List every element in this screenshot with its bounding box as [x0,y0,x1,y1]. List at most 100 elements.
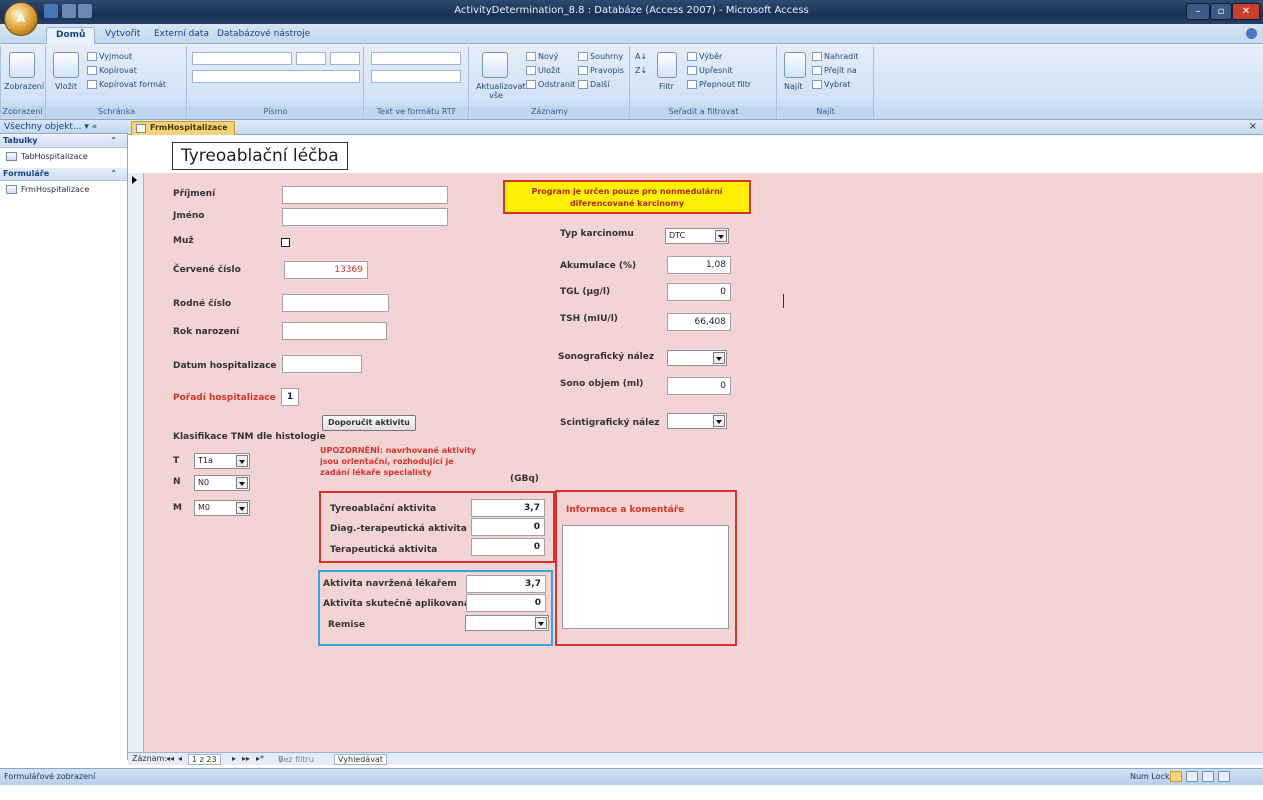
format-buttons[interactable] [192,70,360,83]
view-icon[interactable] [9,52,35,78]
paste-button[interactable]: Vložit [55,82,77,91]
komentare-textarea[interactable] [562,525,729,629]
n-select[interactable]: N0 [194,475,250,491]
scinti-select[interactable] [667,413,727,429]
view-button[interactable]: Zobrazení [4,82,44,91]
replace-button[interactable]: Nahradit [812,52,859,61]
tab-home[interactable]: Domů [46,27,96,44]
cut-button[interactable]: Vyjmout [87,52,132,61]
copy-button[interactable]: Kopírovat [87,66,137,75]
prev-record-icon[interactable]: ◂ [178,754,182,763]
nav-group-tables[interactable]: Tabulky ⌃ [0,135,127,148]
poradi-hospitalizace-field[interactable]: 1 [281,388,299,406]
t-select[interactable]: T1a [194,453,250,469]
indent-buttons[interactable] [371,52,461,65]
sort-asc-icon[interactable]: A↓ [635,52,647,61]
tgl-field[interactable]: 0 [667,283,731,301]
maximize-button[interactable]: ▫ [1210,3,1232,20]
filter-button[interactable]: Filtr [659,82,674,91]
chevron-down-icon[interactable] [715,230,727,242]
aktivita-navrzena-field[interactable]: 3,7 [466,575,546,593]
refresh-all-button[interactable]: Aktualizovat vše [476,82,526,100]
minimize-button[interactable]: – [1186,3,1210,20]
terap-aktivita-field[interactable]: 0 [471,538,545,556]
format-painter-button[interactable]: Kopírovat formát [87,80,166,89]
filter-icon[interactable] [657,52,677,78]
next-record-icon[interactable]: ▸ [232,754,236,763]
datasheet-view-icon[interactable] [1186,771,1198,782]
totals-button[interactable]: Souhrny [578,52,623,61]
more-button[interactable]: Další [578,80,610,89]
undo-icon[interactable] [62,4,76,18]
nav-item-frmhospitalizace[interactable]: FrmHospitalizace [6,185,89,194]
nav-header[interactable]: Všechny objekt... ▾ « [0,120,128,134]
typ-karcinomu-select[interactable]: DTC [665,228,729,244]
tab-database-tools[interactable]: Databázové nástroje [208,27,319,44]
find-button[interactable]: Najít [784,82,802,91]
font-name-select[interactable] [192,52,292,65]
close-doc-icon[interactable]: × [1249,121,1257,132]
design-view-icon[interactable] [1218,771,1230,782]
last-record-icon[interactable]: ▸▸ [242,754,250,763]
nav-group-forms[interactable]: Formuláře ⌃ [0,168,127,181]
chevron-down-icon[interactable] [236,455,248,467]
save-record-button[interactable]: Uložit [526,66,561,75]
nav-item-tabhospitalizace[interactable]: TabHospitalizace [6,152,88,161]
paste-icon[interactable] [53,52,79,78]
chevron-down-icon[interactable] [535,617,547,629]
m-select[interactable]: M0 [194,500,250,516]
binoculars-icon[interactable] [784,52,806,78]
doporucit-aktivitu-button[interactable]: Doporučit aktivitu [322,415,416,431]
refresh-icon[interactable] [482,52,508,78]
list-buttons[interactable] [371,70,461,83]
remise-select[interactable] [465,615,549,631]
office-button[interactable]: A [4,2,38,36]
doc-tab-frmhospitalizace[interactable]: FrmHospitalizace [131,121,235,135]
selection-button[interactable]: Výběr [687,52,722,61]
tyreo-aktivita-field[interactable]: 3,7 [471,499,545,517]
chevron-down-icon[interactable] [236,502,248,514]
toggle-filter-button[interactable]: Přepnout filtr [687,80,751,89]
layout-view-icon[interactable] [1202,771,1214,782]
prijmeni-field[interactable] [282,186,448,204]
muz-checkbox[interactable] [281,238,290,247]
font-size-select[interactable] [296,52,326,65]
tsh-field[interactable]: 66,408 [667,313,731,331]
aktivita-aplikovana-field[interactable]: 0 [466,594,546,612]
label-terap-aktivita: Terapeutická aktivita [330,545,438,555]
sono-objem-field[interactable]: 0 [667,377,731,395]
rok-narozeni-field[interactable] [282,322,387,340]
akumulace-field[interactable]: 1,08 [667,256,731,274]
search-input[interactable]: Vyhledávat [334,754,387,765]
rodne-cislo-field[interactable] [282,294,389,312]
advanced-button[interactable]: Upřesnit [687,66,733,75]
form-view-icon[interactable] [1170,771,1182,782]
tab-create[interactable]: Vytvořit [96,27,149,44]
close-button[interactable]: ✕ [1232,3,1260,20]
save-icon[interactable] [44,4,58,18]
chevron-down-icon[interactable] [236,477,248,489]
record-selector[interactable] [128,173,144,753]
diag-aktivita-field[interactable]: 0 [471,518,545,536]
sort-desc-icon[interactable]: Z↓ [635,66,647,75]
new-record-nav-icon[interactable]: ▸* [256,754,264,763]
first-record-icon[interactable]: ◂◂ [166,754,174,763]
new-record-button[interactable]: Nový [526,52,558,61]
record-position[interactable]: 1 z 23 [188,754,221,765]
redo-icon[interactable] [78,4,92,18]
goto-button[interactable]: Přejít na [812,66,857,75]
chevron-down-icon[interactable]: ▾ [84,122,89,132]
chevron-down-icon[interactable] [713,415,725,427]
delete-record-button[interactable]: Odstranit [526,80,575,89]
spelling-button[interactable]: Pravopis [578,66,624,75]
sono-nalez-select[interactable] [667,350,727,366]
datum-hospitalizace-field[interactable] [282,355,362,373]
chevron-down-icon[interactable] [713,352,725,364]
cervene-cislo-field[interactable]: 13369 [284,261,368,279]
collapse-icon[interactable]: « [92,122,98,132]
status-bar: Formulářové zobrazení Num Lock [0,768,1263,785]
select-button[interactable]: Vybrat [812,80,850,89]
jmeno-field[interactable] [282,208,448,226]
align-buttons[interactable] [330,52,360,65]
help-icon[interactable] [1246,28,1257,39]
